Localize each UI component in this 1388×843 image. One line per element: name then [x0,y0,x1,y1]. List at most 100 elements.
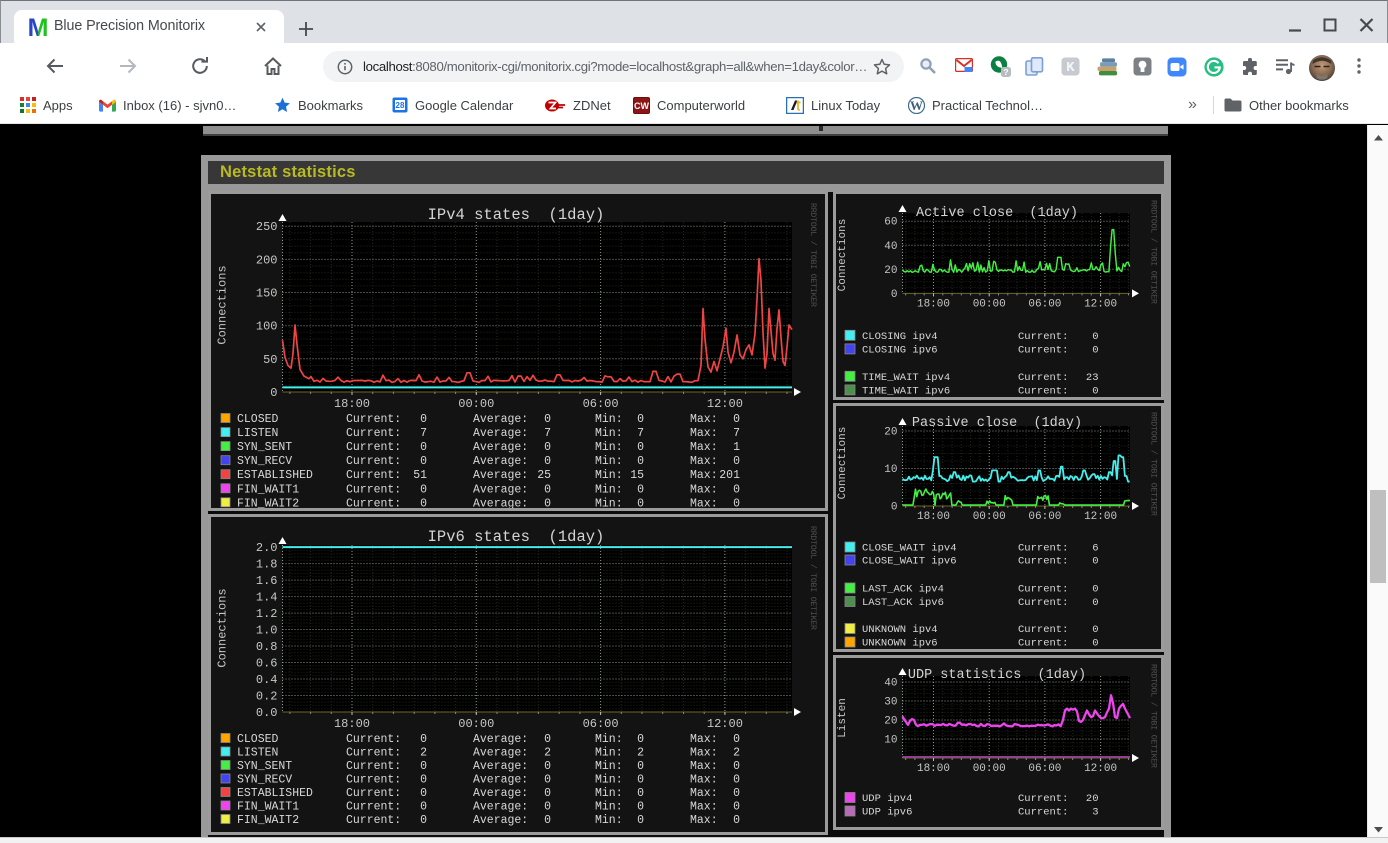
svg-text:00:00: 00:00 [973,763,1006,775]
svg-text:CLOSING ipv4: CLOSING ipv4 [862,331,938,343]
svg-text:0: 0 [733,497,740,508]
svg-text:Current:: Current: [1018,385,1068,397]
svg-text:0: 0 [420,497,427,508]
svg-text:IPv6 states (1day): IPv6 states (1day) [428,528,605,546]
svg-text:Min:: Min: [595,801,623,814]
svg-text:Current:: Current: [1018,638,1068,650]
svg-text:12:00: 12:00 [707,397,743,411]
svg-text:0: 0 [733,801,740,814]
svg-text:FIN_WAIT1: FIN_WAIT1 [237,483,299,496]
svg-text:Max:: Max: [690,747,718,760]
svg-text:RRDTOOL / TOBI OETIKER: RRDTOOL / TOBI OETIKER [808,526,818,630]
svg-text:7: 7 [637,427,644,440]
svg-text:30: 30 [884,697,897,709]
svg-text:18:00: 18:00 [917,511,950,523]
svg-text:Current:: Current: [346,497,401,508]
svg-text:0: 0 [637,455,644,468]
svg-text:Current:: Current: [346,801,401,814]
svg-text:FIN_WAIT1: FIN_WAIT1 [237,801,299,814]
svg-text:0: 0 [420,760,427,773]
svg-text:Average:: Average: [473,760,528,773]
svg-text:0: 0 [1092,385,1098,397]
svg-text:RRDTOOL / TOBI OETIKER: RRDTOOL / TOBI OETIKER [808,203,818,307]
svg-text:Average:: Average: [473,733,528,746]
svg-text:0.8: 0.8 [256,640,278,654]
svg-text:00:00: 00:00 [973,511,1006,523]
svg-text:Min:: Min: [595,413,623,426]
svg-text:2: 2 [733,747,740,760]
svg-text:ESTABLISHED: ESTABLISHED [237,787,313,800]
svg-text:Max:: Max: [690,814,718,827]
svg-text:Min:: Min: [595,747,623,760]
svg-text:UNKNOWN ipv4: UNKNOWN ipv4 [862,624,938,636]
svg-text:W: W [910,98,923,113]
svg-text:Min:: Min: [595,469,623,482]
svg-text:7: 7 [544,427,551,440]
svg-text:Max:: Max: [690,760,718,773]
svg-text:UDP ipv4: UDP ipv4 [862,793,912,805]
svg-text:0: 0 [1092,331,1098,343]
svg-text:1.6: 1.6 [256,574,278,588]
svg-text:Current:: Current: [346,814,401,827]
svg-text:0: 0 [544,760,551,773]
svg-text:SYN_RECV: SYN_RECV [237,774,292,787]
svg-text:CLOSING ipv6: CLOSING ipv6 [862,344,938,356]
svg-text:0.2: 0.2 [256,690,278,704]
svg-text:Average:: Average: [473,441,528,454]
svg-text:00:00: 00:00 [458,717,494,731]
svg-text:06:00: 06:00 [1028,763,1061,775]
svg-text:0: 0 [544,413,551,426]
svg-text:201: 201 [719,469,740,482]
svg-text:Average:: Average: [473,427,528,440]
svg-text:Current:: Current: [346,760,401,773]
svg-text:0: 0 [733,483,740,496]
svg-text:20: 20 [884,427,897,439]
svg-text:Current:: Current: [346,427,401,440]
svg-text:51: 51 [413,469,427,482]
svg-text:0: 0 [733,413,740,426]
svg-text:0: 0 [544,483,551,496]
svg-text:Max:: Max: [690,733,718,746]
svg-text:6: 6 [1092,543,1098,555]
svg-text:0.0: 0.0 [256,706,278,720]
svg-text:23: 23 [1086,372,1099,384]
svg-text:Max:: Max: [690,441,718,454]
svg-text:50: 50 [263,353,277,367]
svg-text:60: 60 [884,217,897,229]
svg-text:Current:: Current: [1018,597,1068,609]
svg-text:0: 0 [637,814,644,827]
svg-text:18:00: 18:00 [917,763,950,775]
svg-text:0: 0 [733,455,740,468]
svg-text:LISTEN: LISTEN [237,747,278,760]
svg-text:Min:: Min: [595,483,623,496]
svg-text:CLOSED: CLOSED [237,413,279,426]
svg-text:20: 20 [1086,793,1099,805]
svg-text:Connections: Connections [837,219,849,292]
svg-text:0: 0 [420,455,427,468]
svg-text:RRDTOOL / TOBI OETIKER: RRDTOOL / TOBI OETIKER [1149,200,1159,304]
svg-text:Current:: Current: [1018,624,1068,636]
svg-text:Current:: Current: [1018,344,1068,356]
svg-text:SYN_SENT: SYN_SENT [237,441,292,454]
svg-text:LISTEN: LISTEN [237,427,278,440]
svg-text:RRDTOOL / TOBI OETIKER: RRDTOOL / TOBI OETIKER [1149,664,1159,768]
svg-text:0: 0 [637,760,644,773]
svg-text:0: 0 [544,814,551,827]
svg-text:Average:: Average: [473,774,528,787]
svg-text:0.6: 0.6 [256,657,278,671]
svg-text:Max:: Max: [690,497,718,508]
svg-text:SYN_SENT: SYN_SENT [237,760,292,773]
svg-text:1.4: 1.4 [256,591,278,605]
svg-text:7: 7 [420,427,427,440]
svg-text:15: 15 [630,469,644,482]
svg-text:0: 0 [1092,624,1098,636]
svg-text:Connections: Connections [216,265,230,344]
svg-text:ESTABLISHED: ESTABLISHED [237,469,313,482]
svg-text:Current:: Current: [346,469,401,482]
svg-text:Max:: Max: [690,455,718,468]
svg-text:Current:: Current: [1018,372,1068,384]
svg-text:Current:: Current: [346,455,401,468]
svg-text:3: 3 [1092,807,1098,819]
svg-text:0: 0 [733,760,740,773]
svg-text:0: 0 [544,497,551,508]
